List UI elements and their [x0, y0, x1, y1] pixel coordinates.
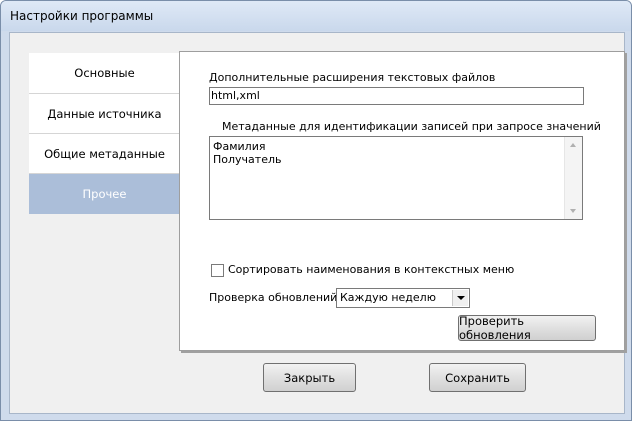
settings-window: Настройки программы Основные Данные исто…	[0, 0, 632, 421]
tab-other-label: Прочее	[82, 187, 127, 201]
update-frequency-value: Каждую неделю	[340, 291, 436, 304]
list-item[interactable]: Фамилия	[213, 140, 281, 153]
tab-list: Основные Данные источника Общие метаданн…	[29, 53, 180, 214]
metadata-listbox[interactable]: Фамилия Получатель	[209, 136, 583, 220]
scroll-up-icon[interactable]	[570, 143, 576, 147]
listbox-scrollbar[interactable]	[564, 137, 582, 219]
check-updates-label: Проверить обновления	[459, 314, 531, 342]
tab-basic-label: Основные	[74, 66, 135, 80]
tab-source-data[interactable]: Данные источника	[29, 93, 180, 134]
update-frequency-select[interactable]: Каждую неделю	[336, 288, 470, 308]
scroll-down-icon[interactable]	[570, 209, 576, 213]
extensions-label: Дополнительные расширения текстовых файл…	[209, 71, 496, 84]
sort-names-label[interactable]: Сортировать наименования в контекстных м…	[228, 263, 514, 276]
metadata-items: Фамилия Получатель	[213, 140, 281, 166]
title-bar[interactable]: Настройки программы	[1, 1, 631, 31]
tab-source-data-label: Данные источника	[47, 107, 162, 121]
dropdown-button[interactable]	[452, 290, 468, 306]
tab-panel-other: Дополнительные расширения текстовых файл…	[179, 51, 625, 351]
dialog-body: Основные Данные источника Общие метаданн…	[9, 32, 625, 414]
sort-names-checkbox[interactable]	[211, 264, 224, 277]
extensions-input[interactable]: html,xml	[209, 87, 584, 105]
save-button-label: Сохранить	[445, 370, 510, 385]
close-button-label: Закрыть	[283, 370, 336, 385]
metadata-label: Метаданные для идентификации записей при…	[222, 120, 601, 133]
tab-basic[interactable]: Основные	[29, 53, 180, 93]
window-title: Настройки программы	[10, 9, 154, 23]
list-item[interactable]: Получатель	[213, 153, 281, 166]
tab-common-metadata[interactable]: Общие метаданные	[29, 133, 180, 174]
check-updates-button[interactable]: Проверить обновления	[458, 314, 596, 342]
chevron-down-icon	[457, 296, 465, 300]
save-button[interactable]: Сохранить	[429, 363, 526, 392]
tab-other[interactable]: Прочее	[29, 173, 180, 214]
update-check-label: Проверка обновлений:	[209, 291, 342, 304]
tab-common-metadata-label: Общие метаданные	[44, 147, 165, 161]
close-button[interactable]: Закрыть	[263, 363, 356, 392]
